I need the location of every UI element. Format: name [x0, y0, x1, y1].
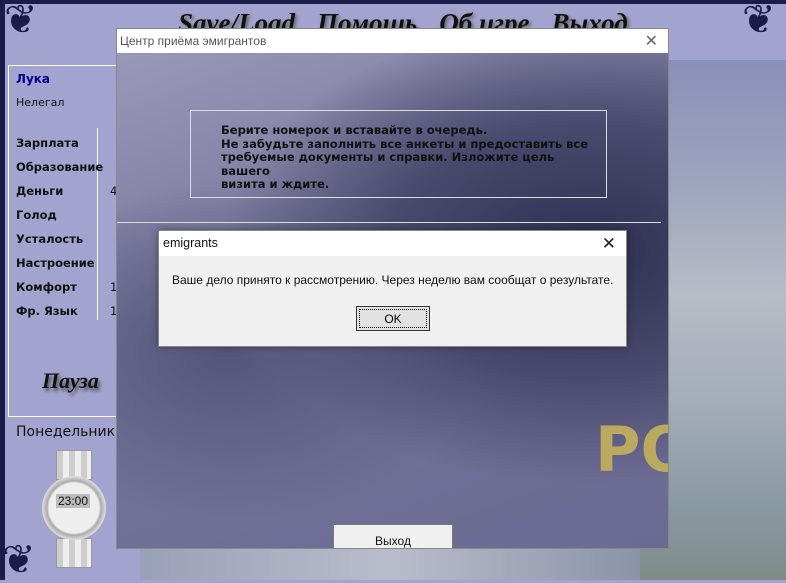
window-titlebar: Центр приёма эмигрантов ✕ — [117, 29, 668, 53]
day-of-week: Понедельник — [16, 424, 116, 440]
stat-label: Комфорт — [16, 280, 77, 294]
stat-label: Настроение — [16, 256, 95, 270]
divider — [97, 128, 98, 320]
divider — [117, 222, 661, 223]
clock-time: 23:00 — [56, 494, 90, 508]
frame-top — [0, 0, 786, 4]
info-text-box: Берите номерок и вставайте в очередь. Не… — [190, 110, 607, 198]
ornament-icon: ❦ — [742, 0, 776, 43]
dialog-titlebar: emigrants ✕ — [159, 231, 626, 256]
ornament-icon: ❦ — [2, 537, 36, 583]
info-line: требуемые документы и справки. Изложите … — [221, 150, 555, 178]
info-line: визита и ждите. — [221, 177, 330, 191]
stat-label: Деньги — [16, 184, 64, 198]
stat-label: Зарплата — [16, 136, 79, 150]
player-name: Лука — [16, 72, 51, 86]
player-status: Нелегал — [16, 96, 65, 109]
close-icon[interactable]: ✕ — [645, 31, 658, 51]
stat-label: Голод — [16, 208, 57, 222]
pause-button[interactable]: Пауза — [42, 368, 99, 394]
message-dialog: emigrants ✕ Ваше дело принято к рассмотр… — [158, 230, 627, 347]
city-background — [140, 545, 640, 580]
police-sign: PO — [595, 413, 668, 486]
exit-button[interactable]: Выход — [333, 524, 453, 548]
stat-label: Образование — [16, 160, 104, 174]
dialog-title: emigrants — [163, 236, 218, 250]
close-icon[interactable]: ✕ — [602, 231, 616, 256]
ornament-icon: ❦ — [4, 0, 38, 43]
frame-left — [0, 0, 5, 580]
stat-label: Усталость — [16, 232, 84, 246]
info-line: Не забудьте заполнить все анкеты и предо… — [221, 136, 588, 151]
info-line: Берите номерок и вставайте в очередь. — [221, 123, 488, 137]
ok-button[interactable]: OK — [356, 306, 430, 331]
stat-label: Фр. Язык — [16, 304, 78, 318]
watch-icon: 23:00 — [40, 450, 108, 568]
window-title: Центр приёма эмигрантов — [120, 34, 267, 48]
dialog-message: Ваше дело принято к рассмотрению. Через … — [172, 273, 614, 287]
